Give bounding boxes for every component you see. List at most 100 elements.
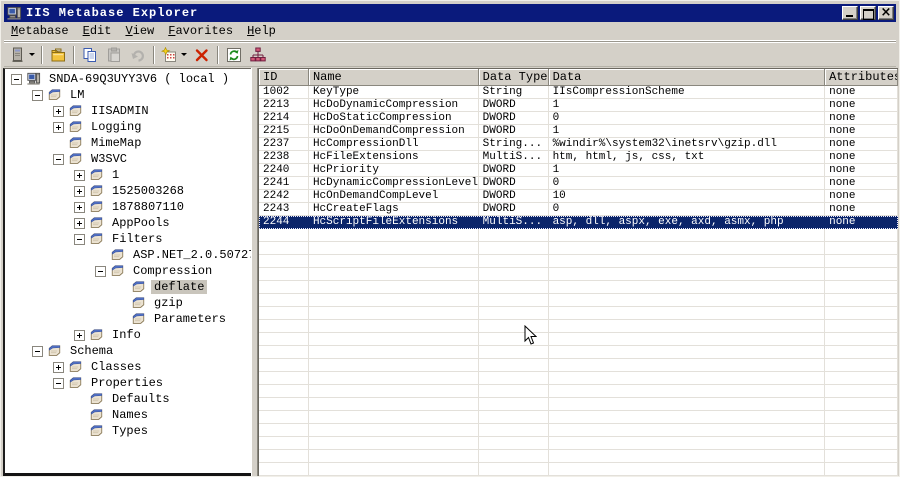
menu-item-favorites[interactable]: Favorites <box>161 23 240 39</box>
tree-item-label[interactable]: Schema <box>67 344 116 358</box>
collapse-toggle-icon[interactable] <box>53 377 64 389</box>
menu-item-edit[interactable]: Edit <box>76 23 119 39</box>
tree-item-label[interactable]: 1 <box>109 168 122 182</box>
expand-toggle-icon[interactable] <box>74 217 85 229</box>
empty-row[interactable] <box>259 333 898 346</box>
empty-row[interactable] <box>259 463 898 476</box>
tree-item-label[interactable]: SNDA-69Q3UYY3V6 ( local ) <box>46 72 232 86</box>
tree-item-snda-69q3uyy3v6-local-[interactable]: SNDA-69Q3UYY3V6 ( local ) <box>5 71 251 87</box>
menu-item-metabase[interactable]: Metabase <box>4 23 76 39</box>
tree-item-1525003268[interactable]: 1525003268 <box>5 183 251 199</box>
delete-button[interactable] <box>190 44 214 66</box>
tree-item-label[interactable]: MimeMap <box>88 136 144 150</box>
paste-button[interactable] <box>102 44 126 66</box>
tree-item-info[interactable]: Info <box>5 327 251 343</box>
tree-item-gzip[interactable]: gzip <box>5 295 251 311</box>
expand-toggle-icon[interactable] <box>53 121 64 133</box>
tree-item-1[interactable]: 1 <box>5 167 251 183</box>
tree-item-label[interactable]: AppPools <box>109 216 173 230</box>
empty-row[interactable] <box>259 294 898 307</box>
collapse-toggle-icon[interactable] <box>74 233 85 245</box>
column-header-data-type[interactable]: Data Type <box>478 69 549 86</box>
minimize-button[interactable] <box>842 6 858 20</box>
column-header-data[interactable]: Data <box>548 69 826 86</box>
tree-item-label[interactable]: 1525003268 <box>109 184 187 198</box>
tree-item-properties[interactable]: Properties <box>5 375 251 391</box>
empty-row[interactable] <box>259 359 898 372</box>
collapse-toggle-icon[interactable] <box>11 73 22 85</box>
tree-item-iisadmin[interactable]: IISADMIN <box>5 103 251 119</box>
hierarchy-button[interactable] <box>246 44 270 66</box>
tree-item-label[interactable]: LM <box>67 88 87 102</box>
tree-item-label[interactable]: Info <box>109 328 144 342</box>
tree-item-schema[interactable]: Schema <box>5 343 251 359</box>
expand-toggle-icon[interactable] <box>53 105 64 117</box>
refresh-button[interactable] <box>222 44 246 66</box>
empty-row[interactable] <box>259 307 898 320</box>
panel-splitter[interactable] <box>251 68 258 476</box>
dropdown-caret-icon[interactable] <box>181 53 187 56</box>
column-header-attributes[interactable]: Attributes <box>825 69 898 86</box>
tree-item-logging[interactable]: Logging <box>5 119 251 135</box>
dropdown-caret-icon[interactable] <box>29 53 35 56</box>
export-button[interactable] <box>46 44 70 66</box>
tree-item-label[interactable]: Parameters <box>151 312 229 326</box>
empty-row[interactable] <box>259 372 898 385</box>
column-header-id[interactable]: ID <box>259 69 309 86</box>
tree-item-parameters[interactable]: Parameters <box>5 311 251 327</box>
collapse-toggle-icon[interactable] <box>95 265 106 277</box>
property-row-2242[interactable]: 2242 HcOnDemandCompLevel DWORD 10 none <box>259 190 898 203</box>
tree-item-label[interactable]: Defaults <box>109 392 173 406</box>
collapse-toggle-icon[interactable] <box>53 153 64 165</box>
expand-toggle-icon[interactable] <box>74 169 85 181</box>
titlebar[interactable]: IIS Metabase Explorer <box>4 4 896 22</box>
expand-toggle-icon[interactable] <box>74 329 85 341</box>
menu-item-help[interactable]: Help <box>240 23 283 39</box>
tree-item-w3svc[interactable]: W3SVC <box>5 151 251 167</box>
empty-row[interactable] <box>259 255 898 268</box>
empty-row[interactable] <box>259 268 898 281</box>
property-row-2241[interactable]: 2241 HcDynamicCompressionLevel DWORD 0 none <box>259 177 898 190</box>
tree-item-compression[interactable]: Compression <box>5 263 251 279</box>
expand-toggle-icon[interactable] <box>74 185 85 197</box>
property-row-2237[interactable]: 2237 HcCompressionDll String... %windir%\sy… <box>259 138 898 151</box>
copy-button[interactable] <box>78 44 102 66</box>
empty-row[interactable] <box>259 424 898 437</box>
empty-row[interactable] <box>259 229 898 242</box>
property-row-1002[interactable]: 1002 KeyType String IIsCompressionScheme non… <box>259 86 898 99</box>
tree-item-label[interactable]: Classes <box>88 360 144 374</box>
tree-item-names[interactable]: Names <box>5 407 251 423</box>
tree-item-label[interactable]: Compression <box>130 264 215 278</box>
property-row-2214[interactable]: 2214 HcDoStaticCompression DWORD 0 none <box>259 112 898 125</box>
tree-item-label[interactable]: Types <box>109 424 151 438</box>
tree-item-types[interactable]: Types <box>5 423 251 439</box>
empty-row[interactable] <box>259 346 898 359</box>
connect-button[interactable] <box>6 44 38 66</box>
new-key-button[interactable] <box>158 44 190 66</box>
tree-item-label[interactable]: IISADMIN <box>88 104 152 118</box>
empty-row[interactable] <box>259 398 898 411</box>
tree-item-filters[interactable]: Filters <box>5 231 251 247</box>
maximize-button[interactable] <box>860 6 876 20</box>
undo-button[interactable] <box>126 44 150 66</box>
expand-toggle-icon[interactable] <box>53 361 64 373</box>
column-header-name[interactable]: Name <box>308 69 479 86</box>
tree-item-label[interactable]: Filters <box>109 232 165 246</box>
property-row-2243[interactable]: 2243 HcCreateFlags DWORD 0 none <box>259 203 898 216</box>
tree-item-classes[interactable]: Classes <box>5 359 251 375</box>
collapse-toggle-icon[interactable] <box>32 89 43 101</box>
empty-row[interactable] <box>259 320 898 333</box>
tree-item-label[interactable]: deflate <box>151 280 208 294</box>
tree-item-defaults[interactable]: Defaults <box>5 391 251 407</box>
tree-item-1878807110[interactable]: 1878807110 <box>5 199 251 215</box>
collapse-toggle-icon[interactable] <box>32 345 43 357</box>
tree-item-label[interactable]: ASP.NET_2.0.50727.0 <box>130 248 251 262</box>
tree-item-asp-net-2-0-50727-0[interactable]: ASP.NET_2.0.50727.0 <box>5 247 251 263</box>
property-row-2244[interactable]: 2244 HcScriptFileExtensions MultiS... asp, … <box>259 216 898 229</box>
tree-item-lm[interactable]: LM <box>5 87 251 103</box>
property-row-2215[interactable]: 2215 HcDoOnDemandCompression DWORD 1 none <box>259 125 898 138</box>
tree-item-deflate[interactable]: deflate <box>5 279 251 295</box>
empty-row[interactable] <box>259 281 898 294</box>
property-row-2240[interactable]: 2240 HcPriority DWORD 1 none <box>259 164 898 177</box>
tree-item-label[interactable]: Properties <box>88 376 166 390</box>
